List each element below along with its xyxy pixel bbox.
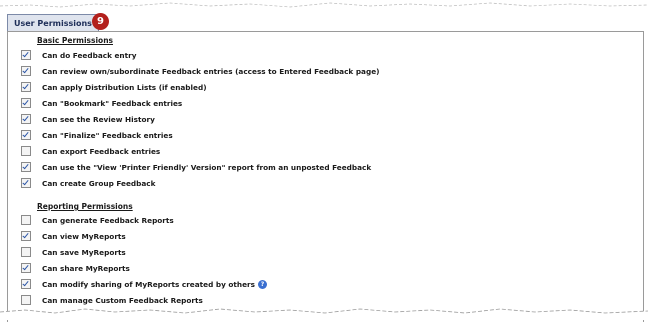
permission-row[interactable]: Can review own/subordinate Feedback entr…	[21, 65, 379, 77]
permission-row[interactable]: Can do Feedback entry	[21, 49, 136, 61]
permission-row[interactable]: Can "Bookmark" Feedback entries	[21, 97, 182, 109]
help-icon[interactable]: ?	[257, 279, 267, 289]
checkbox[interactable]	[21, 146, 31, 156]
permission-row[interactable]: Can create Group Feedback	[21, 177, 155, 189]
permission-row[interactable]: Can generate Feedback Reports	[21, 214, 174, 226]
basic-permissions-title: Basic Permissions	[37, 36, 113, 45]
permission-label: Can export Feedback entries	[42, 146, 161, 156]
step-badge: 9	[92, 13, 109, 30]
permission-label: Can do Feedback entry	[42, 50, 137, 60]
permission-row[interactable]: Can view MyReports	[21, 230, 126, 242]
permission-label: Can "Bookmark" Feedback entries	[42, 98, 183, 108]
permission-row[interactable]: Can apply Distribution Lists (if enabled…	[21, 81, 207, 93]
permission-row[interactable]: Can see the Review History	[21, 113, 155, 125]
permissions-panel: Basic Permissions Can do Feedback entry …	[7, 31, 644, 322]
checkbox[interactable]	[21, 263, 31, 273]
permission-label: Can manage Custom Feedback Reports	[42, 295, 203, 305]
checkbox[interactable]	[21, 231, 31, 241]
permission-label: Can use the "View 'Printer Friendly' Ver…	[42, 162, 372, 172]
permission-label: Can "Finalize" Feedback entries	[42, 130, 173, 140]
checkbox[interactable]	[21, 162, 31, 172]
checkbox[interactable]	[21, 130, 31, 140]
permission-row[interactable]: Can manage Custom Feedback Reports	[21, 294, 203, 306]
permission-label: Can save MyReports	[42, 247, 126, 257]
permission-row[interactable]: Can export Feedback entries	[21, 145, 160, 157]
checkbox[interactable]	[21, 178, 31, 188]
checkbox[interactable]	[21, 82, 31, 92]
permission-label: Can create Group Feedback	[42, 178, 156, 188]
reporting-permissions-title: Reporting Permissions	[37, 202, 133, 211]
permission-row[interactable]: Can share MyReports	[21, 262, 130, 274]
permission-label: Can share MyReports	[42, 263, 130, 273]
permission-row[interactable]: Can "Finalize" Feedback entries	[21, 129, 173, 141]
checkbox[interactable]	[21, 279, 31, 289]
checkbox[interactable]	[21, 98, 31, 108]
permission-label: Can see the Review History	[42, 114, 155, 124]
permission-row[interactable]: Can save MyReports	[21, 246, 126, 258]
checkbox[interactable]	[21, 215, 31, 225]
checkbox[interactable]	[21, 295, 31, 305]
permission-row[interactable]: Can use the "View 'Printer Friendly' Ver…	[21, 161, 371, 173]
permission-label: Can modify sharing of MyReports created …	[42, 279, 255, 289]
checkbox[interactable]	[21, 114, 31, 124]
permission-label: Can view MyReports	[42, 231, 126, 241]
checkbox[interactable]	[21, 50, 31, 60]
permission-label: Can generate Feedback Reports	[42, 215, 174, 225]
permission-label: Can review own/subordinate Feedback entr…	[42, 66, 380, 76]
permission-label: Can apply Distribution Lists (if enabled…	[42, 82, 207, 92]
torn-edge-bottom	[0, 308, 648, 320]
checkbox[interactable]	[21, 66, 31, 76]
permission-row[interactable]: Can modify sharing of MyReports created …	[21, 278, 267, 290]
checkbox[interactable]	[21, 247, 31, 257]
